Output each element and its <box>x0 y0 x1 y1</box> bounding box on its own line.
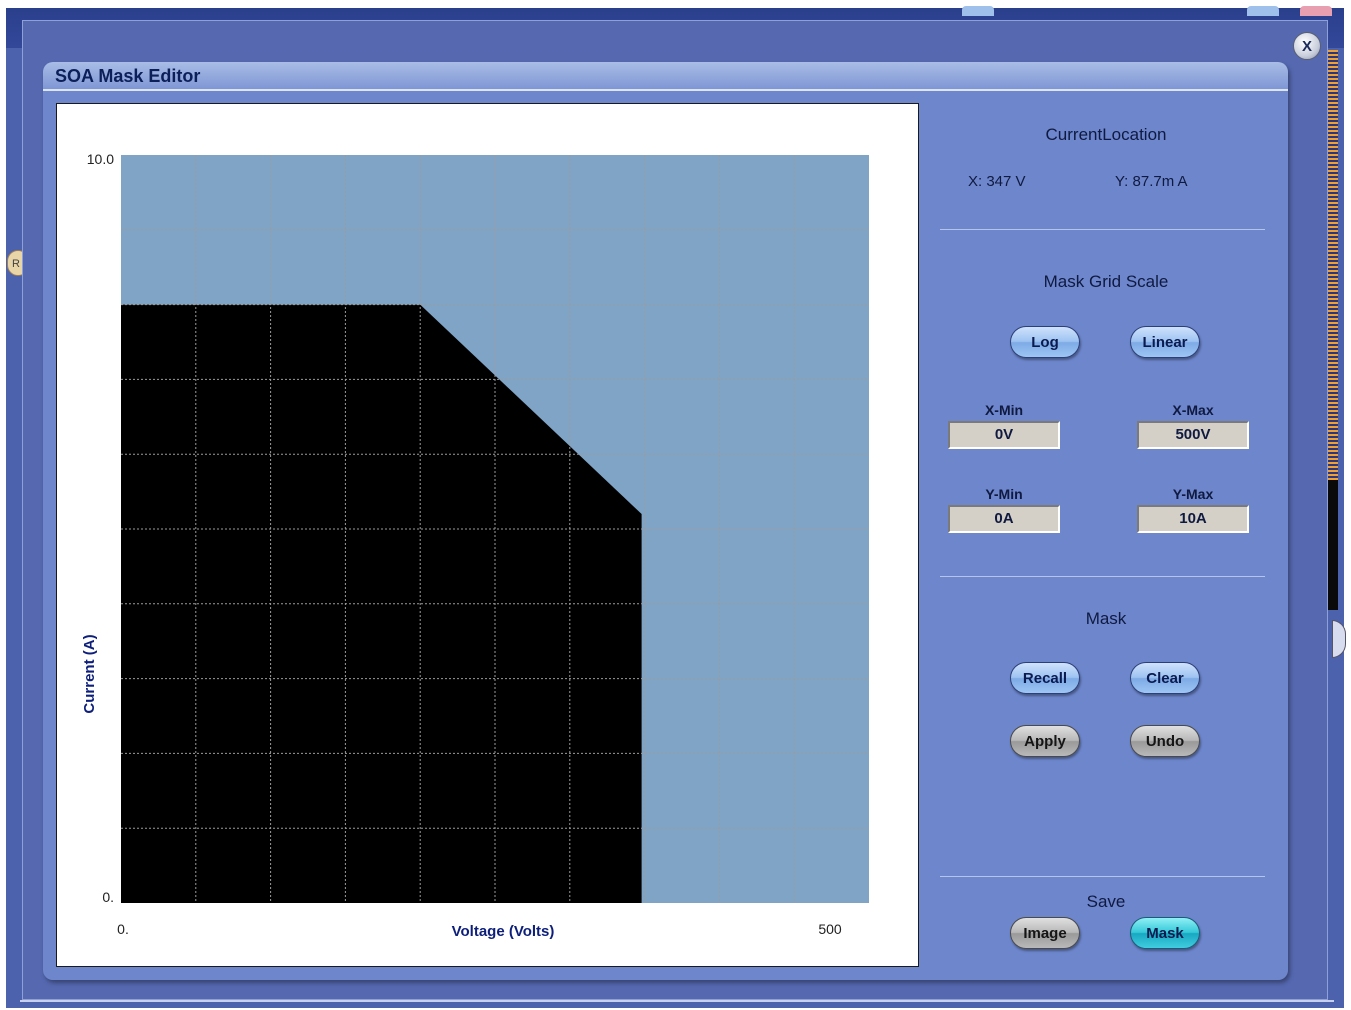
close-icon: X <box>1301 37 1312 55</box>
y-axis-min-tick: 0. <box>102 889 114 905</box>
dialog-title: SOA Mask Editor <box>55 66 201 86</box>
y-min-field[interactable]: 0A <box>948 505 1060 533</box>
apply-button[interactable]: Apply <box>1010 725 1080 757</box>
divider <box>940 876 1265 877</box>
title-divider <box>43 89 1288 91</box>
recall-button[interactable]: Recall <box>1010 662 1080 694</box>
side-badge-label: R <box>12 258 20 270</box>
divider <box>940 229 1265 230</box>
y-max-field[interactable]: 10A <box>1137 505 1249 533</box>
divider <box>940 576 1265 577</box>
y-max-label: Y-Max <box>1172 486 1214 502</box>
x-axis-max-tick: 500 <box>818 921 842 937</box>
current-location-heading: CurrentLocation <box>1045 125 1167 144</box>
x-axis-label: Voltage (Volts) <box>452 923 555 940</box>
linear-scale-button[interactable]: Linear <box>1130 326 1200 358</box>
background-tab[interactable] <box>962 6 994 16</box>
x-max-field[interactable]: 500V <box>1137 421 1249 449</box>
y-location-readout: Y: 87.7m A <box>1115 173 1188 190</box>
log-scale-button[interactable]: Log <box>1010 326 1080 358</box>
clear-button[interactable]: Clear <box>1130 662 1200 694</box>
save-mask-button[interactable]: Mask <box>1130 917 1200 949</box>
undo-button[interactable]: Undo <box>1130 725 1200 757</box>
chart-svg[interactable]: 10.0 0. 0. 500 Voltage (Volts) Current (… <box>57 104 920 968</box>
y-axis-label: Current (A) <box>81 634 98 713</box>
mask-heading: Mask <box>1085 609 1127 628</box>
y-min-label: Y-Min <box>985 486 1023 502</box>
right-scroll-strip <box>1328 50 1338 480</box>
x-max-label: X-Max <box>1172 402 1214 418</box>
right-dark-strip <box>1328 480 1338 610</box>
close-button[interactable]: X <box>1293 32 1321 60</box>
y-axis-max-tick: 10.0 <box>87 151 114 167</box>
save-heading: Save <box>1086 892 1126 911</box>
background-tab[interactable] <box>1247 6 1279 16</box>
divider <box>20 1000 1334 1002</box>
x-axis-min-tick: 0. <box>117 921 129 937</box>
mask-grid-scale-heading: Mask Grid Scale <box>1043 272 1169 291</box>
x-min-label: X-Min <box>984 402 1024 418</box>
background-tab[interactable] <box>1300 6 1332 16</box>
save-image-button[interactable]: Image <box>1010 917 1080 949</box>
soa-chart[interactable]: 10.0 0. 0. 500 Voltage (Volts) Current (… <box>56 103 919 967</box>
x-location-readout: X: 347 V <box>968 173 1026 190</box>
x-min-field[interactable]: 0V <box>948 421 1060 449</box>
